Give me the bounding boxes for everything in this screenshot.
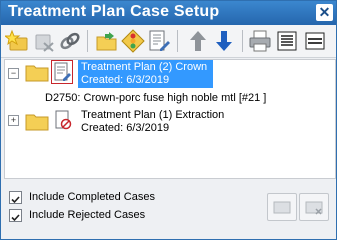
new-case-icon [3,29,28,51]
include-completed-label[interactable]: Include Completed Cases [29,191,155,203]
treatment-plan-case-setup-window: Treatment Plan Case Setup ✕ − Treatment … [0,0,337,240]
remove-card-icon [305,201,323,215]
link-button[interactable] [58,29,82,53]
case-tree: − Treatment Plan (2) Crown Created: 6/3/… [4,59,336,179]
window-title: Treatment Plan Case Setup [8,3,220,20]
collapse-button[interactable] [303,29,327,53]
link-icon [60,32,80,50]
node-title: Treatment Plan (1) Extraction [81,109,225,121]
open-folder-button[interactable] [95,29,119,53]
include-completed-checkbox[interactable] [9,191,22,204]
folder-icon [25,114,49,131]
toolbar [1,25,336,58]
toolbar-separator [242,30,243,52]
tree-node-treatment-plan-1[interactable]: + Treatment Plan (1) Extraction Created:… [5,108,335,138]
folder-icon [25,65,49,82]
rejected-document-icon [55,110,72,130]
footer-panel: Include Completed Cases Include Rejected… [1,179,336,239]
case-status-frame [51,60,73,84]
traffic-light-icon [121,29,145,53]
move-up-icon [190,31,206,51]
new-case-button[interactable] [3,29,29,53]
edit-document-button[interactable] [147,29,171,53]
edit-document-icon [149,30,170,51]
node-created-date: Created: 6/3/2019 [81,74,170,86]
node-created-date: Created: 6/3/2019 [81,122,170,134]
collapse-icon [305,32,325,50]
node-title: Treatment Plan (2) Crown [81,61,208,73]
blank-card-icon [273,201,291,214]
include-rejected-label[interactable]: Include Rejected Cases [29,209,145,221]
delete-case-icon [35,34,54,52]
include-rejected-checkbox[interactable] [9,209,22,222]
move-down-button[interactable] [212,29,236,53]
checkmark-icon [11,214,20,222]
delete-case-button[interactable] [32,29,56,53]
edit-document-icon [54,62,71,81]
list-view-icon [277,31,297,51]
move-down-icon [216,31,232,51]
open-folder-icon [96,32,117,51]
remove-button-disabled[interactable] [299,193,329,221]
toolbar-separator [177,30,178,52]
title-bar[interactable]: Treatment Plan Case Setup ✕ [1,1,336,25]
close-button[interactable]: ✕ [316,4,333,21]
add-button-disabled[interactable] [267,193,297,221]
selected-node-highlight[interactable]: Treatment Plan (2) Crown Created: 6/3/20… [78,60,213,88]
procedure-item[interactable]: D2750: Crown-porc fuse high noble mtl [#… [45,92,266,104]
collapse-node-icon[interactable]: − [8,68,19,79]
print-icon [249,30,271,52]
move-up-button[interactable] [186,29,210,53]
checkmark-icon [11,196,20,204]
print-button[interactable] [248,29,272,53]
toolbar-separator [87,30,88,52]
expand-node-icon[interactable]: + [8,115,19,126]
list-view-button[interactable] [275,29,299,53]
tree-node-treatment-plan-2[interactable]: − Treatment Plan (2) Crown Created: 6/3/… [5,60,335,90]
status-button[interactable] [121,29,145,53]
